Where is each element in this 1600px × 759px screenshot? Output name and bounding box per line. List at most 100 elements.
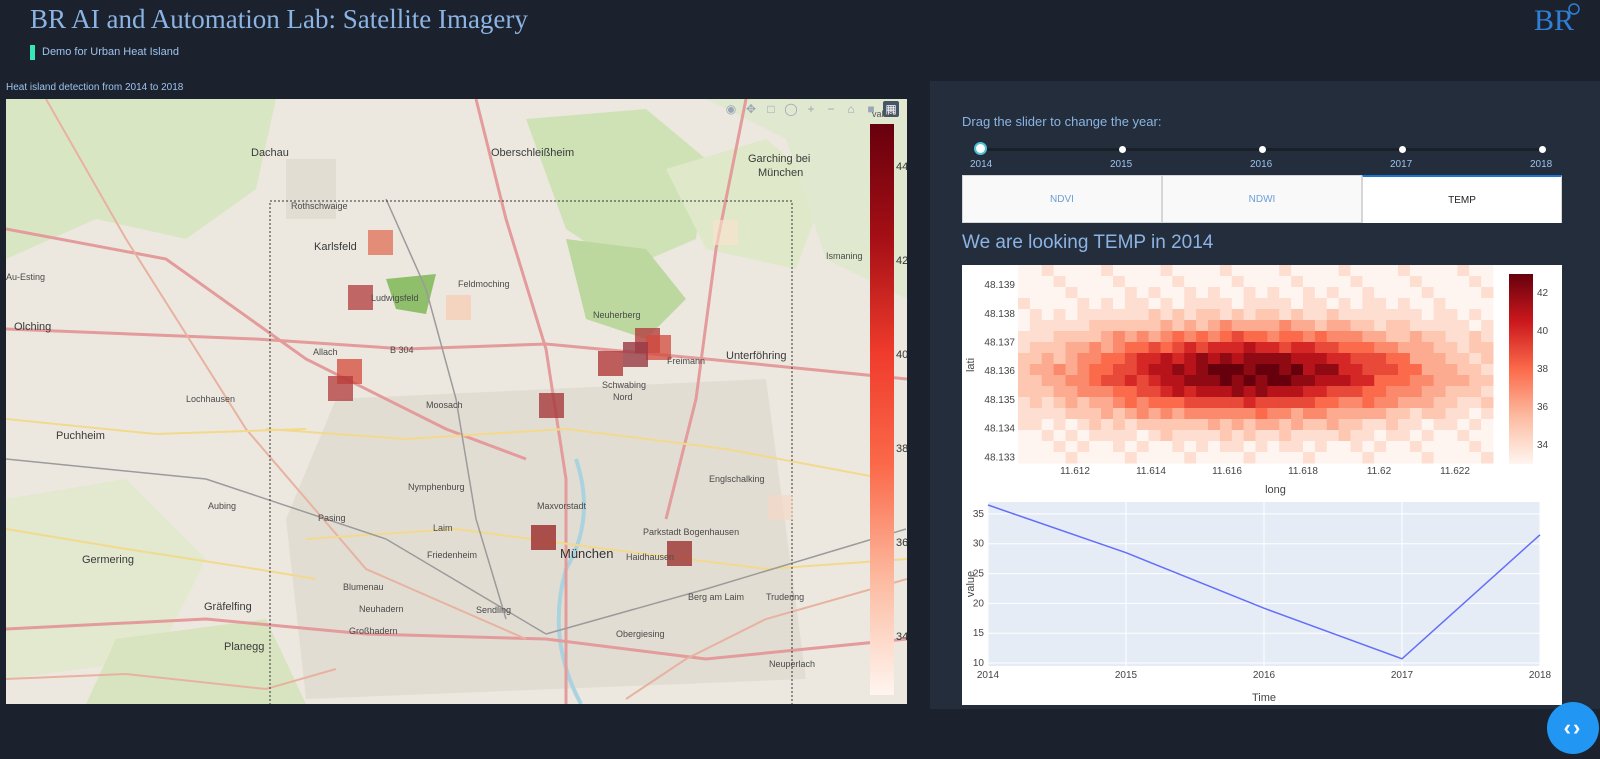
heatmap-cell xyxy=(1077,364,1090,376)
heatmap-cell xyxy=(1303,331,1316,343)
heatmap-cell xyxy=(1303,419,1316,431)
heatmap-cell xyxy=(1445,364,1458,376)
slider-step-dot[interactable] xyxy=(1399,146,1406,153)
map-label: Schwabing xyxy=(602,380,647,390)
heatmap-cell xyxy=(1148,430,1161,442)
heatmap-cell xyxy=(1208,287,1221,299)
heatmap-cell xyxy=(1409,364,1423,376)
heatmap-cell xyxy=(1326,298,1340,310)
heatmap-cell xyxy=(1136,452,1150,464)
heatmap-cell xyxy=(1184,386,1197,398)
heatmap-cell xyxy=(1018,265,1031,277)
year-slider-handle[interactable] xyxy=(974,142,987,155)
temp-line-chart[interactable]: 2014 2015 2016 2017 2018 10 15 20 25 30 35 Time valu… xyxy=(962,498,1562,705)
heatmap-cell xyxy=(1481,342,1494,354)
heatmap-cell xyxy=(1267,364,1280,376)
pan-icon[interactable]: ✥ xyxy=(743,101,759,117)
heatmap-cell xyxy=(1409,353,1423,365)
slider-step-dot[interactable] xyxy=(1539,146,1546,153)
heatmap-cell xyxy=(1398,265,1411,277)
heatmap-cell xyxy=(1279,441,1292,453)
heatmap-cell xyxy=(1089,408,1102,420)
heatmap-cell xyxy=(1113,441,1126,453)
heatmap-cell xyxy=(1350,441,1363,453)
heatmap-cell xyxy=(1113,375,1126,387)
zoom-out-icon[interactable]: − xyxy=(823,101,839,117)
box-select-icon[interactable]: □ xyxy=(763,101,779,117)
heatmap-cell xyxy=(1231,452,1245,464)
heatmap-cell xyxy=(1445,441,1458,453)
heatmap-cell xyxy=(1065,430,1078,442)
camera-icon[interactable]: ◉ xyxy=(723,101,739,117)
heatmap-cell xyxy=(1409,397,1423,409)
heatmap-cell xyxy=(1029,408,1043,420)
page-nav-button[interactable]: ‹› xyxy=(1547,702,1599,754)
slider-mark[interactable]: 2014 xyxy=(970,159,992,170)
heatmap-cell xyxy=(1243,331,1256,343)
heatmap-cell xyxy=(1089,320,1102,332)
heatmap-svg[interactable]: 11.612 11.614 11.616 11.618 11.62 11.622 48.13… xyxy=(962,265,1562,501)
heatmap-cell xyxy=(1279,276,1292,288)
slider-mark[interactable]: 2018 xyxy=(1530,159,1552,170)
lasso-icon[interactable]: ◯ xyxy=(783,101,799,117)
map-label: Gräfelfing xyxy=(204,601,252,613)
tab-temp[interactable]: TEMP xyxy=(1362,175,1562,223)
tab-ndvi[interactable]: NDVI xyxy=(962,175,1162,223)
heatmap-cell xyxy=(1279,397,1292,409)
heatmap-cell xyxy=(1314,375,1328,387)
heatmap-cell xyxy=(1374,386,1387,398)
x-tick-label: 11.62 xyxy=(1367,466,1392,477)
temp-heatmap[interactable]: 11.612 11.614 11.616 11.618 11.62 11.622 48.13… xyxy=(962,265,1562,501)
heatmap-cell xyxy=(1148,298,1161,310)
heatmap-cell xyxy=(1053,386,1066,398)
heat-island-map[interactable]: Dachau Oberschleißheim Garching bei Münc… xyxy=(6,99,907,704)
heatmap-cell xyxy=(1291,364,1304,376)
heatmap-cell xyxy=(1136,364,1150,376)
heatmap-cell xyxy=(1243,419,1256,431)
heatmap-cell xyxy=(1243,408,1256,420)
heatmap-cell xyxy=(1255,441,1268,453)
heatmap-cell xyxy=(1184,265,1197,277)
heatmap-cell xyxy=(1433,386,1446,398)
heatmap-cell xyxy=(1362,353,1375,365)
heatmap-cell xyxy=(1053,397,1066,409)
heatmap-cell xyxy=(1314,309,1328,321)
heatmap-cell xyxy=(1338,386,1351,398)
slider-mark[interactable]: 2016 xyxy=(1250,159,1272,170)
colorbar-tick: 42 xyxy=(1537,288,1549,299)
heatmap-cell xyxy=(1433,430,1446,442)
slider-mark[interactable]: 2017 xyxy=(1390,159,1412,170)
heatmap-cell xyxy=(1018,452,1031,464)
heatmap-cell xyxy=(1077,419,1090,431)
heatmap-cell xyxy=(1065,353,1078,365)
heatmap-cell xyxy=(1255,287,1268,299)
heatmap-cell xyxy=(1243,265,1256,277)
heatmap-cell xyxy=(1231,276,1245,288)
heatmap-cell xyxy=(1172,408,1185,420)
line-svg[interactable]: 2014 2015 2016 2017 2018101520253035Timevalu… xyxy=(962,498,1562,705)
heatmap-cell xyxy=(1243,298,1256,310)
heatmap-cell xyxy=(1065,309,1078,321)
heatmap-cell xyxy=(1481,397,1494,409)
heatmap-cell xyxy=(1314,430,1328,442)
heatmap-cell xyxy=(1041,397,1055,409)
heatmap-cell xyxy=(1362,386,1375,398)
heatmap-cell xyxy=(1398,287,1411,299)
x-tick-label: 2017 xyxy=(1391,670,1414,681)
slider-step-dot[interactable] xyxy=(1119,146,1126,153)
home-icon[interactable]: ⌂ xyxy=(843,101,859,117)
heatmap-cell xyxy=(1386,364,1399,376)
heatmap-cell xyxy=(1433,287,1446,299)
heatmap-cell xyxy=(1457,265,1470,277)
slider-step-dot[interactable] xyxy=(1259,146,1266,153)
heatmap-cell xyxy=(1219,298,1233,310)
tab-ndwi[interactable]: NDWI xyxy=(1162,175,1362,223)
x-tick-label: 11.618 xyxy=(1288,466,1318,477)
map-label: Friedenheim xyxy=(427,550,478,560)
heatmap-cell xyxy=(1398,331,1411,343)
heatmap-cell xyxy=(1113,364,1126,376)
heatmap-cell xyxy=(1196,320,1209,332)
slider-mark[interactable]: 2015 xyxy=(1110,159,1132,170)
map-label: Lochhausen xyxy=(186,394,236,404)
zoom-in-icon[interactable]: + xyxy=(803,101,819,117)
